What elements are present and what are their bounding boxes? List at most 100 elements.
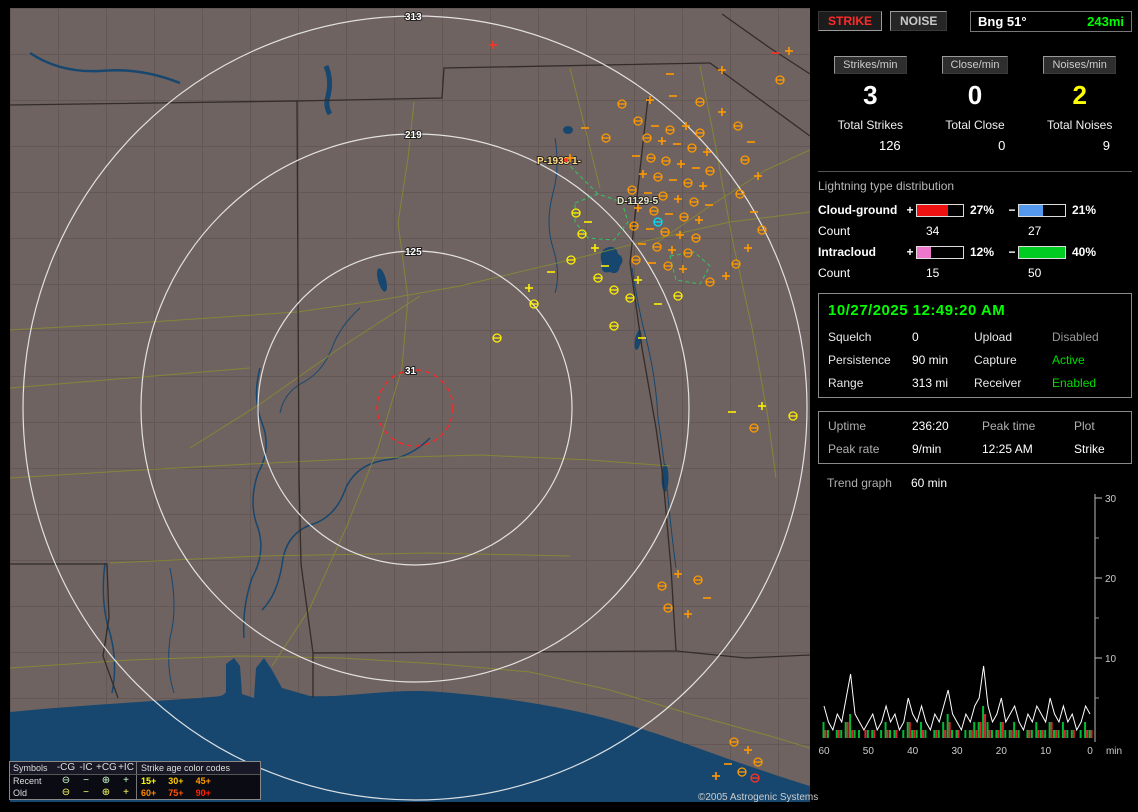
trend-graph-label: Trend graph — [827, 476, 892, 490]
uptime-label: Uptime — [828, 419, 867, 433]
svg-text:50: 50 — [863, 746, 875, 757]
noises-per-min-button[interactable]: Noises/min — [1043, 56, 1116, 74]
trend-graph: 10 20 30 60 50 40 30 20 10 0 min — [818, 494, 1122, 757]
neg-ic-icon: − — [83, 775, 89, 786]
plus-sign: + — [906, 203, 914, 217]
close-per-min-value: 0 — [967, 80, 983, 110]
legend-col-ncg: -CG — [56, 762, 76, 773]
legend-col-pcg: +CG — [96, 762, 117, 773]
total-strikes-label: Total Strikes — [837, 118, 904, 132]
peak-time-label: Peak time — [982, 419, 1036, 433]
svg-text:10: 10 — [1040, 746, 1052, 757]
mode-toolbar: STRIKE NOISE Bng 51° 243mi — [818, 10, 1132, 32]
squelch-label: Squelch — [828, 330, 872, 344]
noise-button[interactable]: NOISE — [890, 11, 948, 31]
symbols-legend: Symbols -CG -IC +CG +IC Strike age color… — [9, 761, 261, 800]
receiver-value: Enabled — [1052, 376, 1097, 390]
trend-graph-header: Trend graph 60 min — [827, 476, 1132, 490]
bearing-value: Bng 51° — [978, 13, 1027, 29]
close-column: Close/min 0 Total Close 0 — [923, 56, 1028, 153]
cg-plus-count: 34 — [926, 224, 940, 238]
svg-text:31: 31 — [405, 366, 417, 377]
uptime-value: 236:20 — [912, 419, 949, 433]
map-area[interactable]: 313 219 125 31 P-1933 1- D-1129-5 Symbols -CG… — [9, 8, 810, 802]
range-value: 313 mi — [912, 376, 949, 390]
peak-time-value: 12:25 AM — [982, 442, 1033, 456]
total-close-label: Total Close — [945, 118, 1005, 132]
bearing-display: Bng 51° 243mi — [970, 10, 1132, 32]
noises-column: Noises/min 2 Total Noises 9 — [1027, 56, 1132, 153]
noises-per-min-value: 2 — [1072, 80, 1087, 110]
persistence-value: 90 min — [912, 353, 949, 367]
strikes-per-min-button[interactable]: Strikes/min — [834, 56, 907, 74]
datetime-display: 10/27/2025 12:49:20 AM — [828, 302, 1006, 319]
capture-label: Capture — [974, 353, 1017, 367]
range-label: Range — [828, 376, 864, 390]
old-age-codes: 60+ 75+ 90+ — [136, 787, 256, 799]
total-strikes-value: 126 — [878, 138, 901, 153]
age-code: 75+ — [168, 788, 184, 798]
age-code: 15+ — [141, 776, 157, 786]
bearing-range-value: 243mi — [1087, 13, 1124, 29]
svg-text:20: 20 — [1105, 574, 1117, 585]
total-noises-label: Total Noises — [1046, 118, 1113, 132]
pos-ic-icon: + — [123, 775, 129, 786]
svg-text:60: 60 — [818, 746, 830, 757]
age-code: 60+ — [141, 788, 157, 798]
upload-value: Disabled — [1052, 330, 1099, 344]
cg-minus-count: 27 — [1028, 224, 1042, 238]
count-label: Count — [818, 266, 851, 280]
strikes-per-min-value: 3 — [863, 80, 878, 110]
legend-ages-title: Strike age color codes — [136, 762, 256, 774]
neg-ic-icon: − — [83, 787, 89, 798]
radar-map[interactable]: 31321912531P-1933 1-D-1129-5 — [10, 8, 810, 802]
total-noises-value: 9 — [1102, 138, 1111, 153]
cloud-ground-label: Cloud-ground — [818, 203, 898, 217]
strike-button[interactable]: STRIKE — [818, 11, 883, 31]
svg-text:P-1933 1-: P-1933 1- — [537, 156, 581, 167]
ic-plus-pct: 12% — [970, 245, 995, 259]
svg-text:313: 313 — [405, 12, 422, 23]
trend-graph-window: 60 min — [911, 476, 948, 490]
svg-text:min: min — [1106, 746, 1122, 757]
pos-cg-icon: ⊕ — [101, 787, 111, 798]
close-per-min-button[interactable]: Close/min — [941, 56, 1009, 74]
plot-label: Plot — [1074, 419, 1095, 433]
persistence-label: Persistence — [828, 353, 891, 367]
svg-text:10: 10 — [1105, 654, 1117, 665]
age-code: 45+ — [195, 776, 211, 786]
cg-minus-pct: 21% — [1072, 203, 1097, 217]
minus-sign: − — [1008, 245, 1016, 259]
svg-text:20: 20 — [996, 746, 1008, 757]
pos-ic-icon: + — [123, 787, 129, 798]
plot-value: Strike — [1074, 442, 1105, 456]
squelch-value: 0 — [912, 330, 919, 344]
neg-cg-icon: ⊖ — [61, 787, 71, 798]
lightning-type-distribution: Lightning type distribution Cloud-ground… — [818, 171, 1132, 280]
neg-cg-icon: ⊖ — [61, 775, 71, 786]
session-box: Uptime 236:20 Peak time Plot Peak rate 9… — [818, 411, 1132, 464]
svg-text:30: 30 — [1105, 494, 1117, 505]
distribution-title: Lightning type distribution — [818, 179, 955, 193]
side-panel: STRIKE NOISE Bng 51° 243mi Strikes/min 3… — [818, 10, 1132, 804]
cg-plus-bar — [916, 203, 964, 217]
plus-sign: + — [906, 245, 914, 259]
receiver-label: Receiver — [974, 376, 1022, 390]
ic-plus-count: 15 — [926, 266, 940, 280]
ic-plus-bar — [916, 245, 964, 259]
svg-text:219: 219 — [405, 130, 422, 141]
age-code: 30+ — [168, 776, 184, 786]
svg-text:40: 40 — [907, 746, 919, 757]
capture-value: Active — [1052, 353, 1085, 367]
recent-age-codes: 15+ 30+ 45+ — [136, 775, 256, 787]
svg-text:125: 125 — [405, 247, 422, 258]
total-close-value: 0 — [998, 138, 1006, 153]
cg-plus-pct: 27% — [970, 203, 995, 217]
legend-symbols-title: Symbols — [13, 763, 48, 773]
ic-minus-bar — [1018, 245, 1066, 259]
legend-col-nic: -IC — [79, 762, 93, 773]
age-code: 90+ — [195, 788, 211, 798]
svg-text:30: 30 — [951, 746, 963, 757]
pos-cg-icon: ⊕ — [101, 775, 111, 786]
peak-rate-value: 9/min — [912, 442, 942, 456]
